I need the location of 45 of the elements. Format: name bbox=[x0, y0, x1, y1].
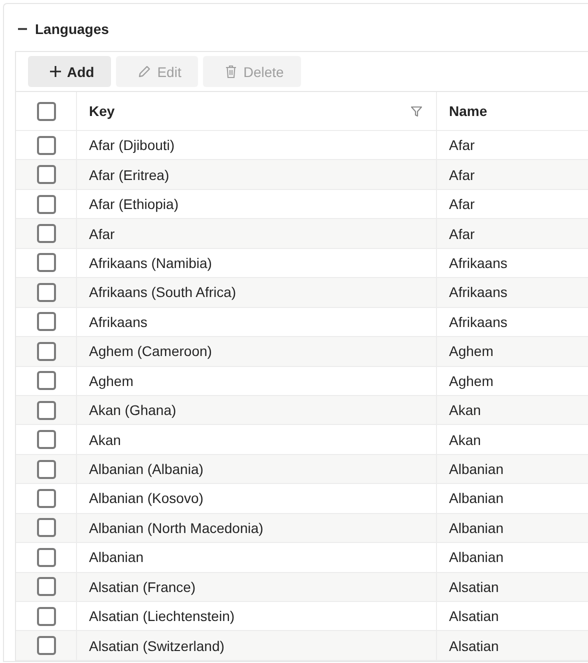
table-cell: Alsatian bbox=[436, 572, 588, 602]
pencil-icon bbox=[138, 65, 152, 78]
checkbox[interactable] bbox=[36, 165, 56, 184]
table-cell: Albanian bbox=[436, 454, 588, 484]
checkbox[interactable] bbox=[36, 430, 56, 450]
checkbox[interactable] bbox=[36, 400, 56, 420]
checkbox[interactable] bbox=[36, 606, 56, 626]
checkbox[interactable] bbox=[36, 253, 56, 272]
checkbox[interactable] bbox=[36, 371, 56, 390]
checkbox[interactable] bbox=[36, 548, 56, 567]
table-cell: Albanian bbox=[436, 514, 588, 544]
table-cell: Alsatian (France) bbox=[76, 572, 436, 602]
table-cell: Alsatian bbox=[436, 631, 588, 661]
checkbox[interactable] bbox=[36, 194, 56, 214]
table-cell: Albanian (Albania) bbox=[76, 454, 436, 484]
table-cell: Afar (Eritrea) bbox=[76, 160, 436, 190]
checkbox[interactable] bbox=[36, 282, 56, 302]
table-cell: Aghem (Cameroon) bbox=[76, 337, 436, 366]
checkbox[interactable] bbox=[36, 312, 56, 332]
column-header[interactable]: Name bbox=[449, 103, 488, 119]
trash-icon bbox=[225, 65, 238, 78]
checkbox[interactable] bbox=[36, 518, 56, 538]
plus-icon bbox=[50, 66, 61, 77]
checkbox[interactable] bbox=[36, 136, 56, 155]
column-header[interactable]: Key bbox=[89, 103, 115, 119]
table-cell: Afar bbox=[76, 219, 436, 249]
table-cell: Akan bbox=[436, 396, 588, 426]
checkbox[interactable] bbox=[36, 460, 56, 479]
table-cell: Alsatian (Switzerland) bbox=[76, 631, 436, 661]
checkbox[interactable] bbox=[36, 488, 56, 508]
table-cell: Afrikaans bbox=[436, 278, 588, 308]
checkbox[interactable] bbox=[36, 342, 56, 361]
checkbox[interactable] bbox=[36, 577, 56, 596]
table-cell: Aghem bbox=[436, 337, 588, 366]
checkbox[interactable] bbox=[36, 224, 56, 244]
table-cell: Afar bbox=[436, 160, 588, 190]
checkbox[interactable] bbox=[36, 636, 56, 656]
table-cell: Afrikaans (South Africa) bbox=[76, 278, 436, 308]
table-cell: Afar bbox=[436, 219, 588, 249]
filter-icon[interactable] bbox=[411, 106, 422, 116]
table-cell: Akan (Ghana) bbox=[76, 396, 436, 426]
collapse-toggle[interactable]: Languages bbox=[18, 21, 109, 37]
checkbox[interactable] bbox=[36, 102, 56, 120]
add-button[interactable]: Add bbox=[28, 56, 112, 87]
table-cell: Albanian (North Macedonia) bbox=[76, 514, 436, 544]
